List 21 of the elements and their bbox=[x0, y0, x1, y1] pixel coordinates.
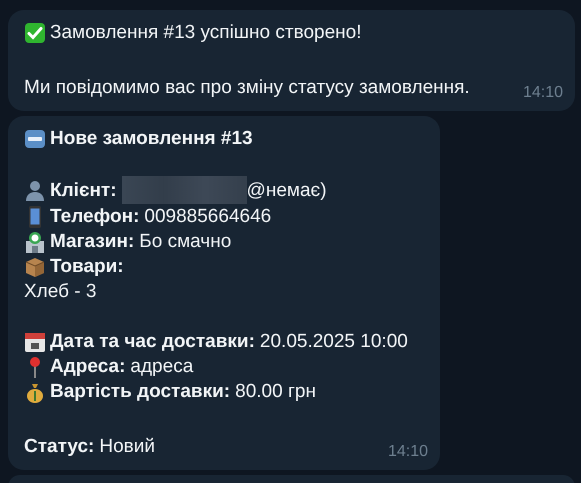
field-value: Хлеб - 3 bbox=[24, 280, 96, 304]
field-value: @немає) bbox=[246, 178, 327, 202]
field-label: Клієнт: bbox=[50, 178, 117, 202]
field-label: Адреса: bbox=[50, 355, 126, 379]
field-value: 009885664646 bbox=[144, 205, 272, 229]
field-label: Статус: bbox=[24, 435, 94, 459]
field-value: Ми повідомимо вас про зміну статусу замовлення. bbox=[24, 76, 470, 100]
field-label: Телефон: bbox=[50, 205, 140, 229]
field-label: Магазин: bbox=[50, 230, 134, 254]
field-value: адреса bbox=[130, 355, 194, 379]
field-label: Дата та час доставки: bbox=[50, 330, 255, 354]
field-value: 80.00 грн bbox=[235, 380, 316, 404]
field-value: 20.05.2025 10:00 bbox=[260, 330, 408, 354]
message-time: 14:10 bbox=[522, 83, 563, 103]
field-value: Бо смачно bbox=[139, 230, 232, 254]
field-label: Товари: bbox=[50, 255, 124, 279]
field-value: Замовлення #13 успішно створено! bbox=[50, 21, 362, 45]
field-label: Нове замовлення #13 bbox=[50, 127, 253, 151]
field-value: Новий bbox=[99, 435, 155, 459]
message-time: 14:10 bbox=[386, 442, 428, 462]
field-label: Вартість доставки: bbox=[50, 380, 230, 404]
